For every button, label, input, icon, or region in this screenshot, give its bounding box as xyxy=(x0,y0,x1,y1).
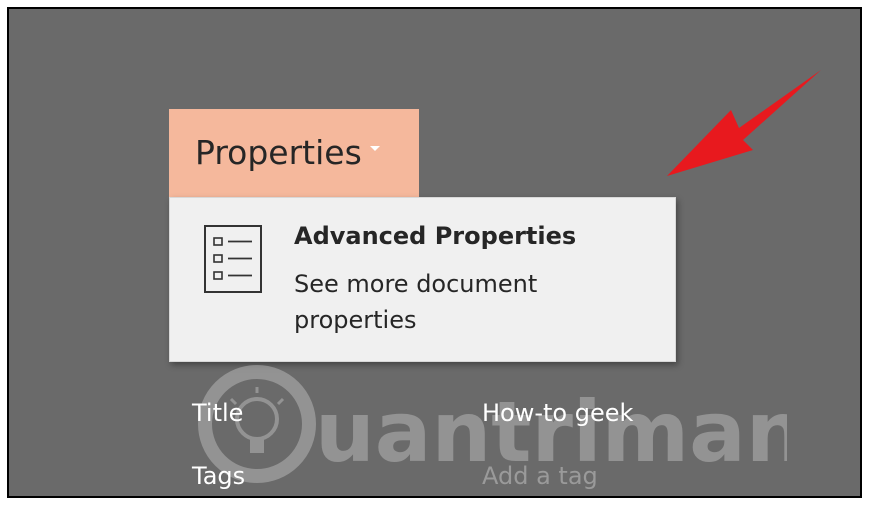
backstage-panel: Properties Advanced Properties See more … xyxy=(7,7,862,498)
properties-dropdown-menu: Advanced Properties See more document pr… xyxy=(169,197,676,362)
advanced-properties-menu-item[interactable]: Advanced Properties See more document pr… xyxy=(170,198,675,361)
chevron-down-icon xyxy=(369,146,380,151)
red-arrow-annotation xyxy=(667,70,821,176)
properties-button-label: Properties xyxy=(195,133,362,172)
properties-dropdown-button[interactable]: Properties xyxy=(169,109,419,197)
advanced-properties-title: Advanced Properties xyxy=(294,222,577,250)
tags-field-input[interactable]: Add a tag xyxy=(482,462,598,490)
title-field-value[interactable]: How-to geek xyxy=(482,399,633,427)
properties-list-icon xyxy=(204,225,262,293)
tags-field-label: Tags xyxy=(192,462,246,490)
advanced-properties-description: See more document properties xyxy=(294,270,538,334)
title-field-label: Title xyxy=(192,399,244,427)
